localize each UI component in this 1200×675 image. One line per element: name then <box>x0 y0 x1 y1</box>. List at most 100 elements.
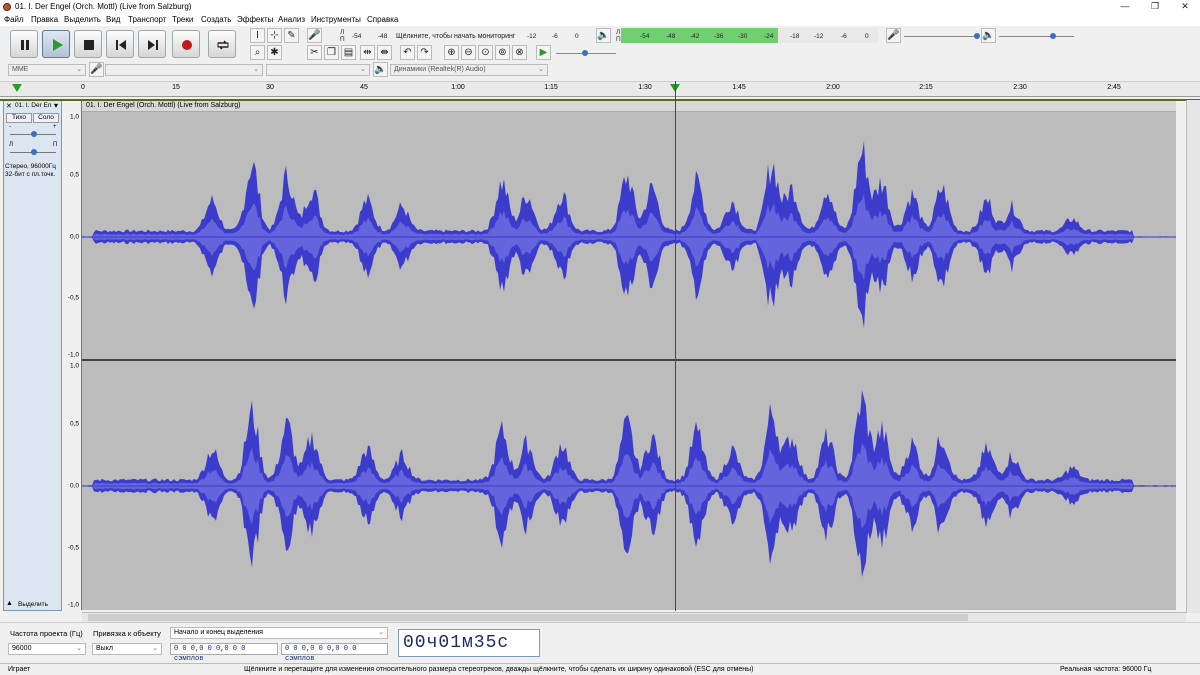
pan-right-label: П <box>53 142 58 148</box>
record-button[interactable] <box>172 30 200 58</box>
project-rate-select[interactable]: 96000 ⌄ <box>8 643 86 655</box>
minimize-button[interactable]: — <box>1110 0 1140 13</box>
track-name[interactable]: 01. I. Der En <box>15 102 53 109</box>
fit-project-icon[interactable]: ⊚ <box>495 45 510 60</box>
play-scale-tick: 0 <box>865 33 869 40</box>
y-label: 1,0 <box>69 113 79 121</box>
menu-edit[interactable]: Правка <box>31 15 58 24</box>
gain-slider-thumb[interactable] <box>31 131 37 137</box>
audio-position-display[interactable]: 00ч01м35с <box>398 629 540 657</box>
cut-icon[interactable]: ✂ <box>307 45 322 60</box>
skip-start-button[interactable] <box>106 30 134 58</box>
app-logo-icon <box>3 3 11 11</box>
play-icon <box>53 39 63 51</box>
track-control-panel[interactable]: ✕ 01. I. Der En ▾ Тихо Соло - + Л П Стер… <box>3 100 62 611</box>
menu-help[interactable]: Справка <box>367 15 398 24</box>
envelope-tool-icon[interactable]: ⊹ <box>267 28 282 43</box>
copy-icon[interactable]: ❐ <box>324 45 339 60</box>
silence-icon[interactable]: ⇼ <box>377 45 392 60</box>
horizontal-scroll-thumb[interactable] <box>88 614 968 621</box>
zoom-out-icon[interactable]: ⊖ <box>461 45 476 60</box>
mute-button[interactable]: Тихо <box>6 113 32 123</box>
menu-analyze[interactable]: Анализ <box>278 15 305 24</box>
selection-start-value: 0 0 0,0 0 0,0 0 0 сэмплов <box>174 645 246 663</box>
menu-generate[interactable]: Создать <box>201 15 231 24</box>
close-button[interactable]: ✕ <box>1170 0 1200 13</box>
solo-button[interactable]: Соло <box>33 113 59 123</box>
y-label: -0,5 <box>67 294 79 302</box>
undo-icon[interactable]: ↶ <box>400 45 415 60</box>
tick-label: 0 <box>81 84 85 91</box>
stop-icon <box>84 40 94 50</box>
skip-end-button[interactable] <box>138 30 166 58</box>
fit-selection-icon[interactable]: ⊙ <box>478 45 493 60</box>
pan-left-label: Л <box>9 142 13 148</box>
selection-mode-select[interactable]: Начало и конец выделения ⌄ <box>170 627 388 639</box>
window-title: 01. I. Der Engel (Orch. Mottl) (Live fro… <box>15 2 192 11</box>
menu-effects[interactable]: Эффекты <box>237 15 273 24</box>
paste-icon[interactable]: ▤ <box>341 45 356 60</box>
audio-position-value: 00ч01м35с <box>403 633 510 653</box>
actual-rate: Реальная частота: 96000 Гц <box>1060 666 1152 673</box>
redo-icon[interactable]: ↷ <box>417 45 432 60</box>
menu-bar: Файл Правка Выделить Вид Транспорт Треки… <box>0 13 1200 26</box>
play-head-start-marker[interactable] <box>12 84 22 92</box>
zoom-tool-icon[interactable]: ⌕ <box>250 45 265 60</box>
horizontal-scrollbar[interactable] <box>82 612 1186 622</box>
input-mic-icon: 🎤 <box>89 62 104 77</box>
playback-speed-thumb[interactable] <box>582 50 588 56</box>
playback-volume-thumb[interactable] <box>1050 33 1056 39</box>
play-button[interactable] <box>42 30 70 58</box>
amplitude-ruler: 1,0 0,5 0,0 -0,5 -1,0 1,0 0,5 0,0 -0,5 -… <box>63 101 82 610</box>
menu-tools[interactable]: Инструменты <box>311 15 361 24</box>
tick-label: 15 <box>172 84 180 91</box>
input-device-select[interactable]: ⌄ <box>105 64 263 76</box>
pan-slider-thumb[interactable] <box>31 149 37 155</box>
menu-view[interactable]: Вид <box>106 15 120 24</box>
rec-meter-l: Л <box>340 29 345 36</box>
selection-tool-icon[interactable]: I <box>250 28 265 43</box>
tick-label: 1:30 <box>638 84 652 91</box>
vertical-scrollbar[interactable] <box>1186 100 1200 613</box>
waveform-track[interactable]: 01. I. Der Engel (Orch. Mottl) (Live fro… <box>82 101 1176 610</box>
trim-icon[interactable]: ⇹ <box>360 45 375 60</box>
skip-start-icon <box>116 40 126 50</box>
draw-tool-icon[interactable]: ✎ <box>284 28 299 43</box>
input-channels-select[interactable]: ⌄ <box>266 64 370 76</box>
record-volume-mic-icon: 🎤 <box>886 28 901 43</box>
rec-monitor-hint[interactable]: Щёлкните, чтобы начать мониторинг <box>396 33 515 40</box>
menu-file[interactable]: Файл <box>4 15 24 24</box>
tick-label: 30 <box>266 84 274 91</box>
track-menu-chevron-icon[interactable]: ▾ <box>54 101 58 110</box>
menu-transport[interactable]: Транспорт <box>128 15 166 24</box>
track-select-button[interactable]: Выделить <box>18 601 48 608</box>
playback-volume-slider[interactable] <box>999 36 1074 37</box>
multi-tool-icon[interactable]: ✱ <box>267 45 282 60</box>
play-at-speed-icon[interactable]: ▶ <box>536 45 551 60</box>
timeline-ruler[interactable]: 0 15 30 45 1:00 1:15 1:30 1:45 2:00 2:15… <box>0 81 1200 97</box>
zoom-in-icon[interactable]: ⊕ <box>444 45 459 60</box>
audio-host-select[interactable]: MME ⌄ <box>8 64 86 76</box>
output-speaker-icon: 🔈 <box>373 62 388 77</box>
stop-button[interactable] <box>74 30 102 58</box>
selection-end-field[interactable]: 0 0 0,0 0 0,0 0 0 сэмплов <box>281 643 388 663</box>
menu-tracks[interactable]: Треки <box>172 15 193 24</box>
record-volume-thumb[interactable] <box>974 33 980 39</box>
mic-icon[interactable]: 🎤 <box>307 28 322 43</box>
loop-button[interactable] <box>208 30 236 58</box>
zoom-toggle-icon[interactable]: ⊗ <box>512 45 527 60</box>
collapse-track-icon[interactable]: ▲ <box>6 600 13 607</box>
output-device-select[interactable]: Динамики (Realtek(R) Audio) ⌄ <box>390 64 548 76</box>
selection-mode-value: Начало и конец выделения <box>174 629 263 636</box>
tick-label: 1:45 <box>732 84 746 91</box>
track-close-button[interactable]: ✕ <box>6 102 12 110</box>
menu-select[interactable]: Выделить <box>64 15 101 24</box>
selection-start-field[interactable]: 0 0 0,0 0 0,0 0 0 сэмплов <box>170 643 278 663</box>
record-volume-slider[interactable] <box>904 36 979 37</box>
snap-select[interactable]: Выкл ⌄ <box>92 643 162 655</box>
tick-label: 1:00 <box>451 84 465 91</box>
maximize-button[interactable]: ❐ <box>1140 0 1170 13</box>
tick-label: 2:45 <box>1107 84 1121 91</box>
pause-button[interactable] <box>10 30 38 58</box>
waveform-canvas[interactable] <box>82 101 1176 610</box>
